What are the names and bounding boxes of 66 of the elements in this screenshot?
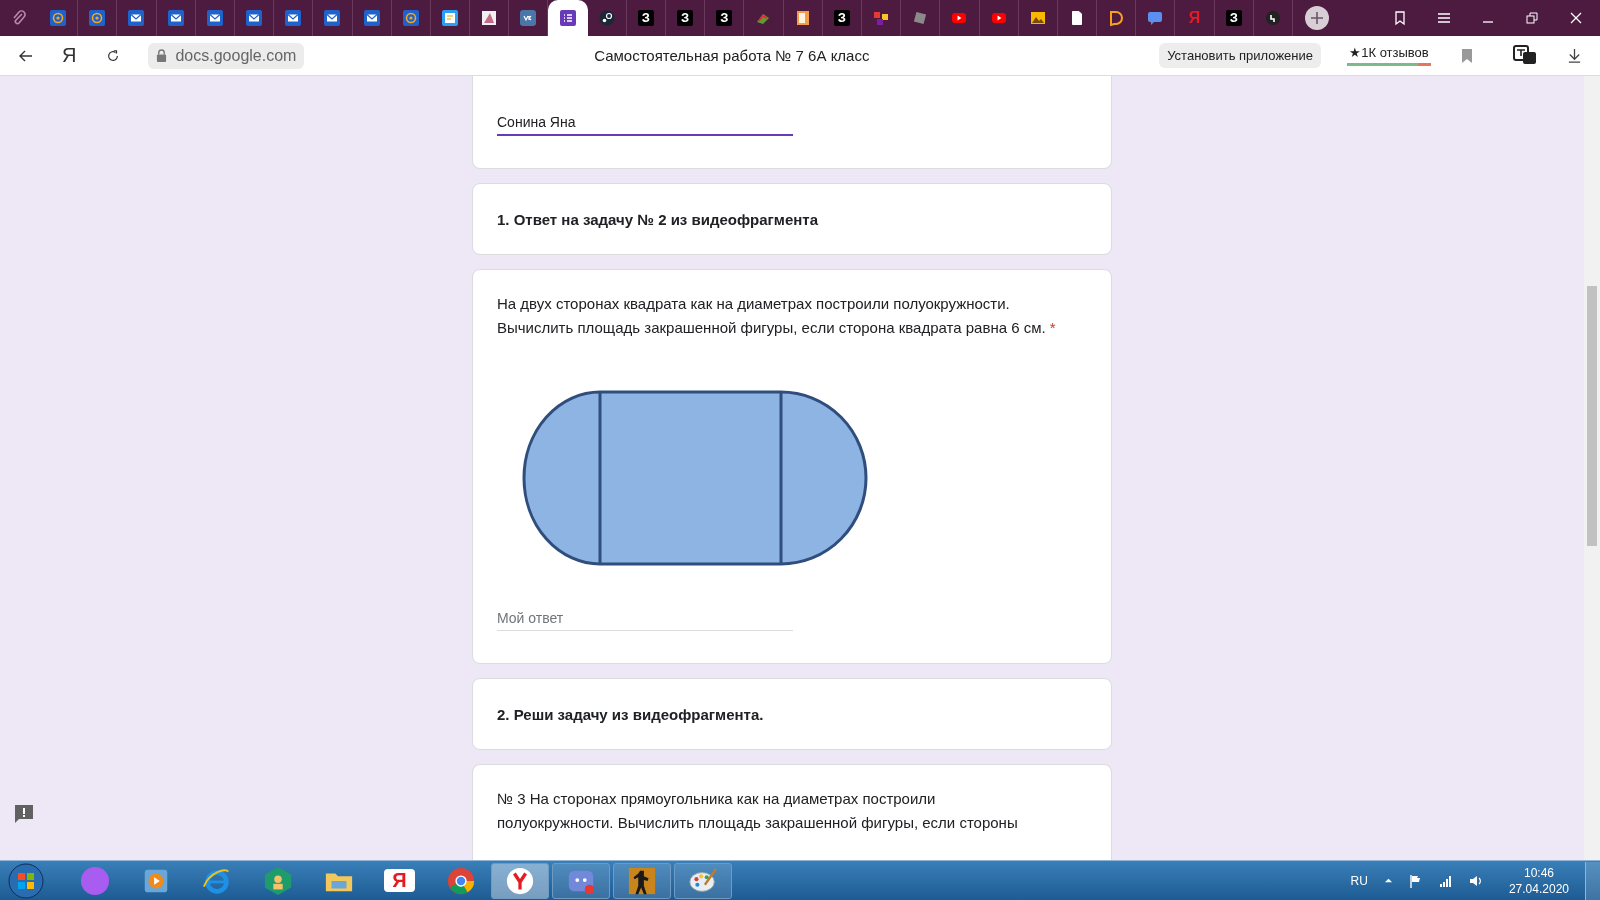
download-icon[interactable] — [1567, 48, 1582, 63]
site-icon — [520, 10, 537, 26]
feedback-icon[interactable] — [14, 804, 34, 824]
signal-icon[interactable] — [1438, 873, 1453, 888]
app-icon — [262, 865, 293, 896]
site-icon — [794, 10, 811, 26]
scrollbar[interactable] — [1584, 76, 1600, 860]
site-icon — [324, 10, 341, 26]
question-text: № 3 На сторонах прямоугольника как на диаметрах построили — [497, 789, 937, 809]
section-title: 1. Ответ на задачу № 2 из видеофрагмента — [497, 210, 819, 228]
volume-icon[interactable] — [1468, 873, 1483, 888]
site-icon — [598, 10, 615, 26]
restore-icon[interactable] — [1524, 10, 1540, 26]
app-icon — [445, 865, 476, 896]
url-field[interactable]: docs.google.com — [148, 42, 305, 69]
clock-time[interactable]: 10:46 — [1523, 864, 1554, 881]
site-icon — [128, 10, 145, 26]
site-icon — [402, 10, 419, 26]
app-icon — [627, 865, 657, 896]
browser-logo[interactable]: Я — [62, 44, 77, 67]
new-tab-icon[interactable] — [1305, 6, 1329, 30]
site-icon — [441, 10, 458, 26]
site-icon — [206, 10, 223, 26]
reload-icon[interactable] — [106, 48, 121, 63]
paperclip-icon[interactable] — [11, 10, 27, 26]
taskbar-window-button[interactable] — [613, 862, 671, 899]
bookmark-icon[interactable] — [1461, 48, 1473, 63]
name-field[interactable]: Сонина Яна — [497, 114, 793, 136]
taskbar-app[interactable]: Я — [369, 861, 430, 900]
lock-icon — [156, 49, 168, 62]
install-app-button[interactable]: Установить приложение — [1159, 43, 1321, 68]
site-icon — [167, 10, 184, 26]
question-text: На двух сторонах квадрата как на диаметрах построили полуокружности. Вычислить площадь закрашенной фигуры, если сторона квадрата равна 6 см. * — [497, 294, 1057, 338]
browser-tab[interactable] — [548, 0, 588, 36]
site-icon — [285, 10, 302, 26]
site-icon — [560, 10, 577, 26]
translate-icon[interactable] — [1513, 44, 1537, 67]
site-icon — [951, 10, 968, 26]
taskbar-window-button[interactable] — [491, 862, 549, 899]
reviews-link[interactable]: ★1К отзывов — [1349, 45, 1429, 60]
site-icon — [990, 10, 1007, 26]
scrollbar-thumb[interactable] — [1587, 286, 1597, 546]
section-title: 2. Реши задачу из видеофрагмента. — [497, 705, 764, 723]
site-icon — [1264, 10, 1281, 26]
site-icon — [1029, 10, 1046, 26]
language-indicator[interactable]: RU — [1350, 873, 1368, 888]
app-icon — [79, 865, 110, 896]
close-icon[interactable] — [1568, 10, 1584, 26]
menu-icon[interactable] — [1436, 10, 1452, 26]
collections-icon[interactable] — [1392, 10, 1408, 26]
taskbar-window-button[interactable] — [674, 862, 732, 899]
clock-date[interactable]: 27.04.2020 — [1508, 880, 1569, 897]
site-icon — [50, 10, 67, 26]
site-icon — [246, 10, 263, 26]
up-arrow-icon[interactable] — [1383, 876, 1393, 885]
site-icon — [363, 10, 380, 26]
site-icon — [1147, 10, 1164, 26]
site-icon — [1108, 10, 1125, 26]
page-title: Самостоятельная работа № 7 6А класс — [593, 47, 871, 64]
question-text: полуокружности. Вычислить площадь закрашенной фигуры, если стороны — [497, 813, 1019, 833]
site-icon — [481, 10, 498, 26]
site-icon — [89, 10, 106, 26]
flag-icon[interactable] — [1408, 873, 1423, 888]
app-icon — [505, 865, 535, 896]
start-button-icon[interactable] — [8, 862, 44, 899]
site-icon — [873, 10, 890, 26]
